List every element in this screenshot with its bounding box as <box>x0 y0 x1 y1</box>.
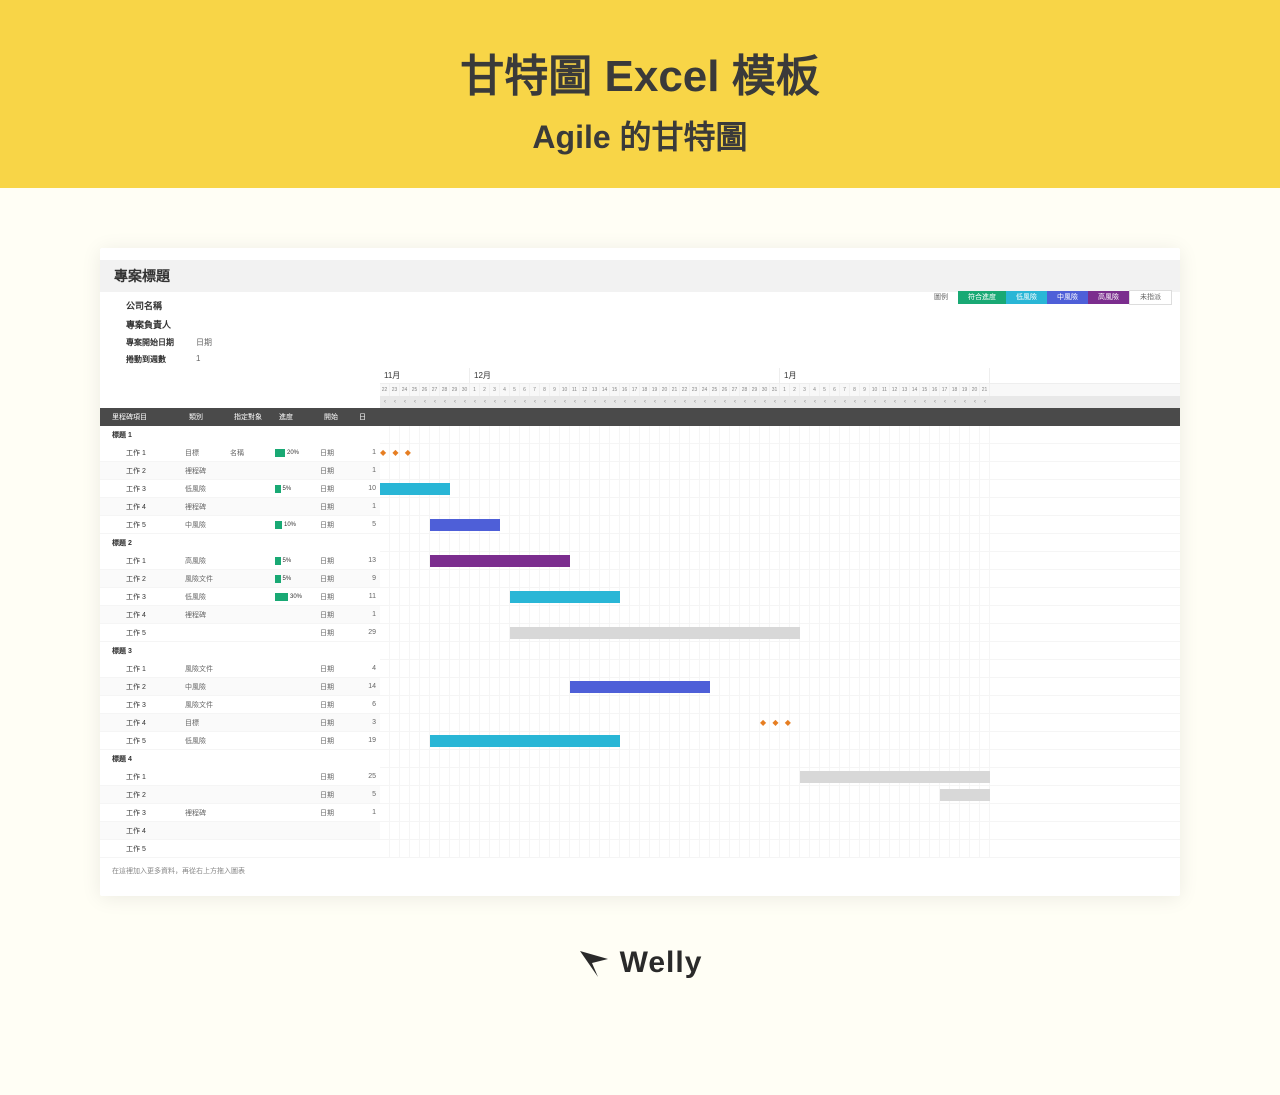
legend-label: 圖例 <box>934 292 948 302</box>
task-row: 工作 3低風險30%日期11 <box>100 588 380 606</box>
task-row: 工作 1風險文件日期4 <box>100 660 380 678</box>
spreadsheet: 專案標題 公司名稱 專案負責人 專案開始日期日期 捲動到週數1 圖例 符合進度低… <box>100 248 1180 896</box>
task-row: 工作 2風險文件5%日期9 <box>100 570 380 588</box>
task-row: 工作 1日期25 <box>100 768 380 786</box>
legend-chip: 低風險 <box>1006 291 1047 304</box>
footer-note: 在這裡加入更多資料，再從右上方拖入圖表 <box>100 858 1180 876</box>
brand-footer: Welly <box>0 916 1280 1014</box>
table-header: 里程碑項目 類別 指定對象 進度 開始 日 <box>100 408 380 426</box>
th-milestone: 里程碑項目 <box>100 412 185 422</box>
gantt-bar <box>510 591 620 603</box>
task-row: 工作 5低風險日期19 <box>100 732 380 750</box>
legend-chip: 未指派 <box>1129 290 1172 305</box>
milestone-dots: ◆ ◆ ◆ <box>760 718 793 727</box>
month-cell: 1月 <box>780 368 990 383</box>
meta-start-val: 日期 <box>196 337 212 348</box>
milestone-dots: ◆ ◆ ◆ <box>380 448 413 457</box>
task-row: 工作 5 <box>100 840 380 858</box>
task-row: 工作 5中風險10%日期5 <box>100 516 380 534</box>
gantt-bar <box>430 555 570 567</box>
task-row: 工作 1高風險5%日期13 <box>100 552 380 570</box>
gantt-row: ◆ ◆ ◆ <box>380 714 1180 732</box>
content-area: 專案標題 公司名稱 專案負責人 專案開始日期日期 捲動到週數1 圖例 符合進度低… <box>0 188 1280 916</box>
task-row: 工作 3裡程碑日期1 <box>100 804 380 822</box>
gantt-row <box>380 840 1180 858</box>
gantt-row <box>380 804 1180 822</box>
gantt-bar <box>510 627 800 639</box>
group-header: 標題 4 <box>100 750 380 768</box>
task-row: 工作 3低風險5%日期10 <box>100 480 380 498</box>
gantt-bar <box>800 771 990 783</box>
th-category: 類別 <box>185 412 230 422</box>
gantt-bar <box>940 789 990 801</box>
th-start: 開始 <box>320 412 355 422</box>
task-row: 工作 4目標日期3 <box>100 714 380 732</box>
meta-owner: 專案負責人 <box>126 318 196 331</box>
hero-banner: 甘特圖 Excel 模板 Agile 的甘特圖 <box>0 0 1280 188</box>
group-header: 標題 2 <box>100 534 380 552</box>
month-row: 11月12月1月 <box>380 368 1180 384</box>
hero-title: 甘特圖 Excel 模板 <box>0 40 1280 104</box>
gantt-row <box>380 552 1180 570</box>
gantt-row <box>380 516 1180 534</box>
gantt-row <box>380 588 1180 606</box>
gantt-row <box>380 786 1180 804</box>
gantt-row <box>380 570 1180 588</box>
gantt-row <box>380 606 1180 624</box>
gantt-bar <box>380 483 450 495</box>
brand-text: Welly <box>620 946 703 980</box>
month-cell: 12月 <box>470 368 780 383</box>
task-row: 工作 2裡程碑日期1 <box>100 462 380 480</box>
task-row: 工作 1目標名稱20%日期1 <box>100 444 380 462</box>
legend-chip: 高風險 <box>1088 291 1129 304</box>
task-row: 工作 2中風險日期14 <box>100 678 380 696</box>
meta-company: 公司名稱 <box>126 299 196 312</box>
gantt-row <box>380 462 1180 480</box>
gantt-row <box>380 660 1180 678</box>
th-days: 日 <box>355 412 380 422</box>
legend-chip: 中風險 <box>1047 291 1088 304</box>
gantt-row <box>380 498 1180 516</box>
group-header: 標題 1 <box>100 426 380 444</box>
gantt-bar <box>430 519 500 531</box>
legend: 圖例 符合進度低風險中風險高風險未指派 <box>370 292 1180 308</box>
meta-scroll-label: 捲動到週數 <box>126 354 196 365</box>
gantt-row <box>380 696 1180 714</box>
task-row: 工作 4 <box>100 822 380 840</box>
day-row: 2223242526272829301234567891011121314151… <box>380 384 1180 396</box>
gantt-row <box>380 768 1180 786</box>
hero-subtitle: Agile 的甘特圖 <box>0 112 1280 158</box>
gantt-row <box>380 732 1180 750</box>
meta-scroll-val: 1 <box>196 354 200 365</box>
brand-icon <box>578 947 610 979</box>
arrow-row: ‹‹‹‹‹‹‹‹‹‹‹‹‹‹‹‹‹‹‹‹‹‹‹‹‹‹‹‹‹‹‹‹‹‹‹‹‹‹‹‹… <box>380 396 1180 408</box>
gantt-row <box>380 822 1180 840</box>
gantt-row <box>380 480 1180 498</box>
task-row: 工作 3風險文件日期6 <box>100 696 380 714</box>
task-row: 工作 4裡程碑日期1 <box>100 606 380 624</box>
gantt-row <box>380 678 1180 696</box>
task-row: 工作 4裡程碑日期1 <box>100 498 380 516</box>
gantt-bar <box>430 735 620 747</box>
gantt-row <box>380 624 1180 642</box>
month-cell: 11月 <box>380 368 470 383</box>
th-assignee: 指定對象 <box>230 412 275 422</box>
th-progress: 進度 <box>275 412 320 422</box>
gantt-row: ◆ ◆ ◆ <box>380 444 1180 462</box>
task-row: 工作 5日期29 <box>100 624 380 642</box>
task-row: 工作 2日期5 <box>100 786 380 804</box>
sheet-title: 專案標題 <box>100 260 1180 292</box>
gantt-bar <box>570 681 710 693</box>
group-header: 標題 3 <box>100 642 380 660</box>
legend-chip: 符合進度 <box>958 291 1006 304</box>
meta-start-label: 專案開始日期 <box>126 337 196 348</box>
